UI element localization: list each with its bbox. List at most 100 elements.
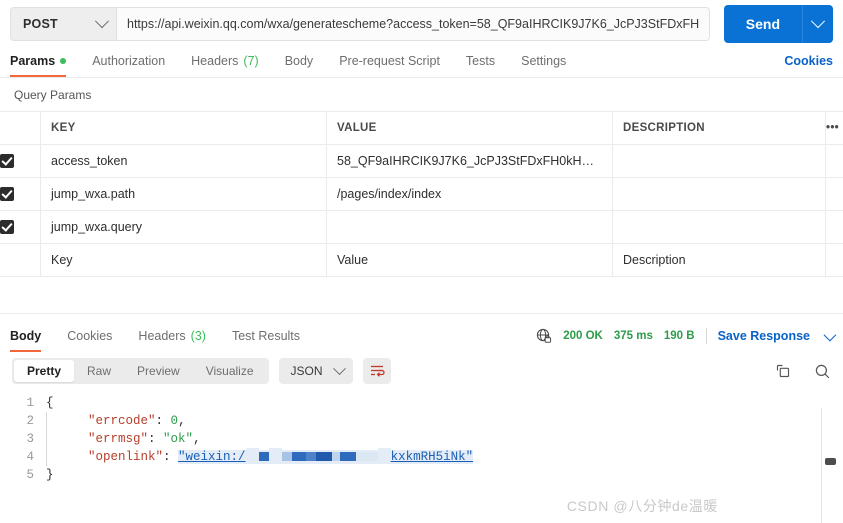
tab-response-body-label: Body [10, 329, 42, 343]
row-value[interactable]: 58_QF9aIHRCIK9J7K6_JcPJ3StFDxFH0kH… [326, 144, 613, 178]
row-key[interactable]: jump_wxa.query [40, 210, 327, 244]
tab-params-label: Params [10, 54, 56, 68]
line-number: 3 [26, 432, 34, 446]
redaction-gap [377, 448, 391, 460]
response-scrollbar-thumb[interactable] [825, 458, 836, 465]
tab-response-cookies[interactable]: Cookies [67, 329, 112, 352]
response-action-icons [775, 363, 831, 380]
row-key[interactable]: access_token [40, 144, 327, 178]
copy-icon[interactable] [775, 363, 792, 380]
empty-row-description-input[interactable]: Description [612, 243, 826, 277]
tab-params[interactable]: Params [10, 54, 67, 77]
line-number: 2 [26, 414, 34, 428]
redaction-block [258, 452, 269, 462]
view-mode-visualize[interactable]: Visualize [193, 360, 267, 382]
url-input[interactable]: https://api.weixin.qq.com/wxa/generatesc… [116, 7, 710, 41]
openlink-value-link[interactable]: "weixin:/ kxkmRH5iNk" [178, 448, 474, 464]
chevron-down-icon[interactable] [823, 328, 837, 341]
row-value[interactable] [326, 210, 613, 244]
table-row: access_token 58_QF9aIHRCIK9J7K6_JcPJ3StF… [0, 144, 843, 178]
table-row: jump_wxa.path /pages/index/index [0, 177, 843, 211]
response-body-code[interactable]: 1 { 2 "errcode": 0, 3 "errmsg": "ok", 4 … [0, 394, 843, 484]
tab-body-label: Body [284, 54, 314, 68]
row-checkbox[interactable] [0, 220, 14, 235]
tab-pre-request-script[interactable]: Pre-request Script [339, 54, 440, 77]
tab-headers[interactable]: Headers (7) [191, 54, 259, 77]
header-value: VALUE [326, 111, 613, 145]
response-meta: 200 OK 375 ms 190 B Save Response [536, 328, 837, 352]
more-options-icon[interactable]: ••• [825, 111, 843, 145]
redaction-gap [245, 448, 259, 460]
redaction-block [281, 452, 378, 462]
row-key[interactable]: jump_wxa.path [40, 177, 327, 211]
code-line: 4 "openlink": "weixin:/ kxkmRH5iNk" [0, 448, 843, 466]
row-value[interactable]: /pages/index/index [326, 177, 613, 211]
http-method-select[interactable]: POST [10, 7, 116, 41]
table-header-row: KEY VALUE DESCRIPTION ••• Bulk Edit [0, 111, 843, 145]
view-mode-preview[interactable]: Preview [124, 360, 193, 382]
json-colon: : [163, 450, 179, 464]
chevron-down-icon [332, 361, 346, 375]
empty-row-value-input[interactable]: Value [326, 243, 613, 277]
tab-response-body[interactable]: Body [10, 329, 42, 352]
send-options-button[interactable] [802, 5, 833, 43]
row-description[interactable] [612, 144, 826, 178]
row-more-cell [825, 210, 843, 244]
search-icon[interactable] [814, 363, 831, 380]
response-size: 190 B [663, 330, 695, 342]
row-checkbox[interactable] [0, 154, 14, 169]
openlink-prefix: "weixin:/ [178, 450, 246, 464]
cookies-link[interactable]: Cookies [784, 54, 833, 77]
word-wrap-button[interactable] [362, 358, 391, 384]
header-description: DESCRIPTION [612, 111, 826, 145]
tab-tests[interactable]: Tests [466, 54, 495, 77]
code-line: 3 "errmsg": "ok", [0, 430, 843, 448]
response-divider [0, 313, 843, 314]
tab-settings[interactable]: Settings [521, 54, 566, 77]
json-key: "errmsg" [88, 432, 149, 446]
tab-response-headers[interactable]: Headers (3) [138, 329, 206, 352]
watermark: CSDN @八分钟de温暖 [566, 498, 718, 514]
tab-settings-label: Settings [521, 54, 567, 68]
code-line: 5 } [0, 466, 843, 484]
divider [705, 328, 707, 344]
table-row-empty: Key Value Description [0, 243, 843, 277]
line-number: 5 [26, 468, 34, 482]
row-description[interactable] [612, 210, 826, 244]
chevron-down-icon [94, 14, 110, 29]
response-scrollbar-track [821, 408, 822, 523]
empty-row-key-input[interactable]: Key [40, 243, 327, 277]
tab-response-headers-label: Headers [138, 329, 186, 343]
response-status: 200 OK [563, 330, 603, 342]
json-key: "openlink" [88, 450, 164, 464]
view-mode-pretty[interactable]: Pretty [14, 360, 75, 382]
response-format-select[interactable]: JSON [278, 358, 353, 384]
header-key: KEY [40, 111, 327, 145]
row-checkbox[interactable] [0, 187, 14, 202]
tab-authorization-label: Authorization [92, 54, 166, 68]
row-description[interactable] [612, 177, 826, 211]
tab-authorization[interactable]: Authorization [92, 54, 165, 77]
response-view-toolbar: Pretty Raw Preview Visualize JSON [0, 352, 843, 384]
query-params-table: KEY VALUE DESCRIPTION ••• Bulk Edit acce… [0, 111, 843, 277]
empty-row-more-cell [825, 243, 843, 277]
view-mode-raw[interactable]: Raw [74, 360, 124, 382]
params-modified-dot-icon [60, 58, 67, 64]
code-text: "openlink": "weixin:/ kxkmRH5iNk" [46, 448, 474, 466]
word-wrap-icon [370, 365, 385, 377]
json-comma: , [193, 432, 201, 446]
tab-body[interactable]: Body [285, 54, 314, 77]
empty-row-checkbox-cell [0, 243, 41, 277]
tab-test-results[interactable]: Test Results [232, 329, 300, 352]
request-url-bar: POST https://api.weixin.qq.com/wxa/gener… [0, 0, 843, 43]
code-text: "errcode": 0, [46, 412, 186, 430]
save-response-button[interactable]: Save Response [718, 329, 810, 343]
tab-headers-label: Headers [191, 54, 239, 68]
globe-lock-icon[interactable] [536, 328, 552, 344]
json-colon: : [148, 432, 164, 446]
tab-test-results-label: Test Results [231, 329, 301, 343]
send-button[interactable]: Send [723, 5, 802, 43]
table-row: jump_wxa.query [0, 210, 843, 244]
line-number: 1 [26, 396, 34, 410]
response-format-label: JSON [290, 364, 323, 378]
